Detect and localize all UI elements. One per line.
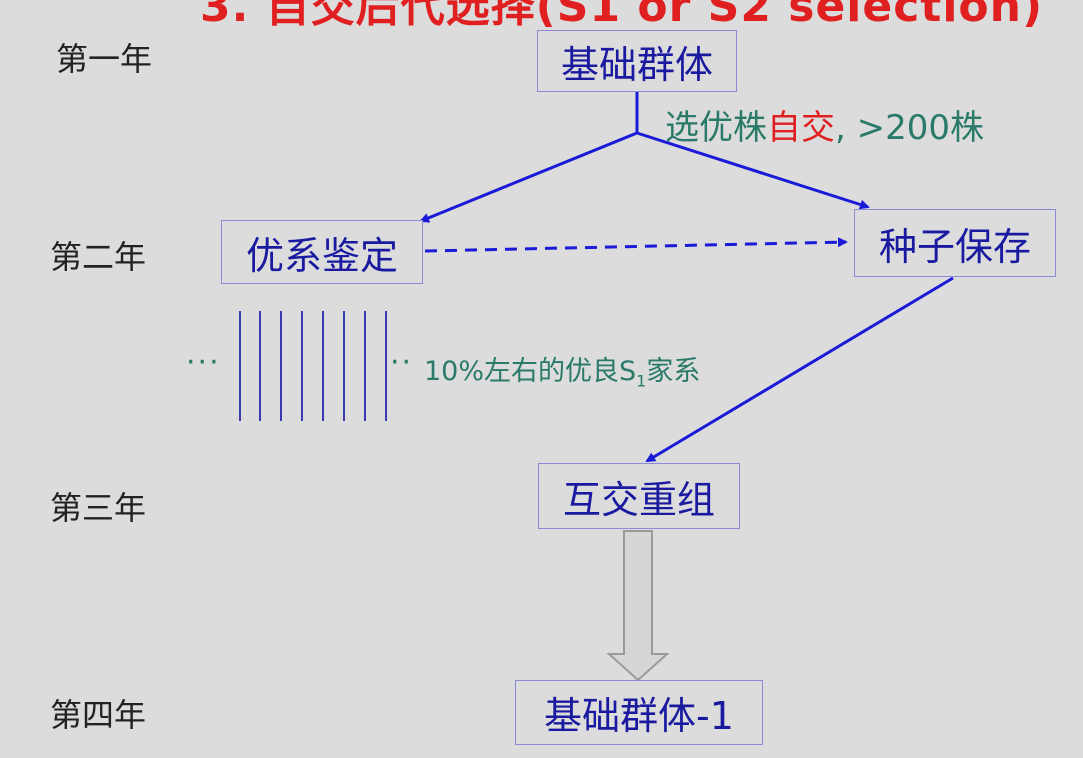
s1-subscript: 1 [636,371,647,391]
box-line-evaluation: 优系鉴定 [221,220,423,284]
big-down-arrow [606,530,670,682]
selection-count: , >200株 [835,108,984,148]
box-base-population: 基础群体 [537,30,737,92]
box-base-population-1: 基础群体-1 [515,680,763,745]
s1-family-lines [239,311,387,421]
ellipsis-right: ·· [390,345,414,380]
arrow-to-eval [419,131,638,223]
box-intercross-recombination: 互交重组 [538,463,740,529]
s1-note-text: 10%左右的优良S [424,356,637,387]
box-seed-storage: 种子保存 [854,209,1056,277]
selfing-highlight: 自交 [767,108,835,148]
selection-note: 选优株自交, >200株 [665,100,984,149]
ellipsis-left: ··· [186,345,221,380]
dashed-arrow-eval-to-seed [424,237,848,253]
s1-note-suffix: 家系 [646,356,701,387]
s1-family-note: 10%左右的优良S1家系 [424,349,700,390]
selection-note-text: 选优株 [665,108,767,148]
